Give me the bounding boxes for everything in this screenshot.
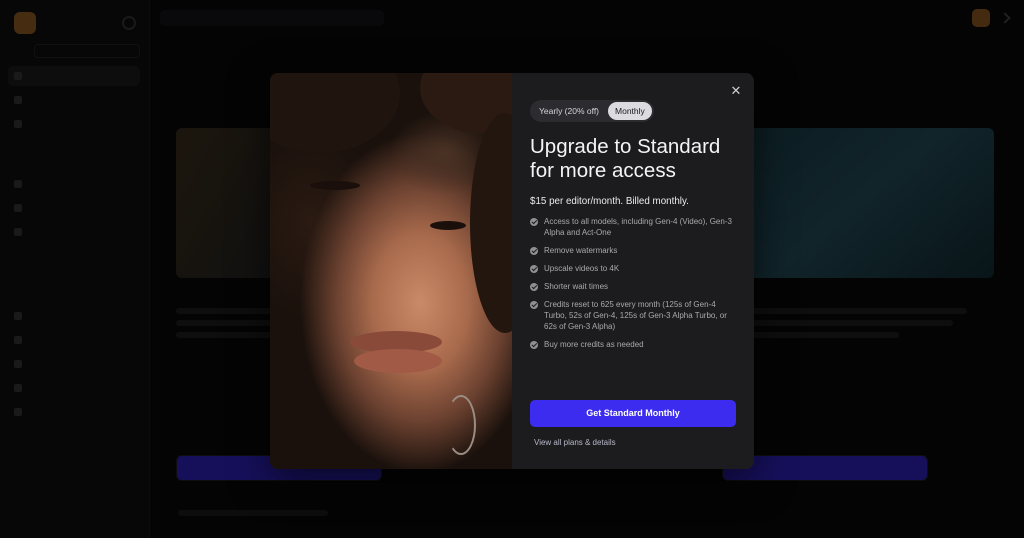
feature-item: Access to all models, including Gen-4 (V… <box>530 216 736 238</box>
eye-shape <box>430 221 466 230</box>
earring-shape <box>446 395 476 455</box>
close-icon[interactable]: ✕ <box>728 83 744 99</box>
feature-text: Credits reset to 625 every month (125s o… <box>544 300 727 331</box>
upgrade-panel: ✕ Yearly (20% off) Monthly Upgrade to St… <box>512 73 754 469</box>
hair-shape <box>470 113 512 333</box>
feature-item: Upscale videos to 4K <box>530 263 736 274</box>
feature-text: Remove watermarks <box>544 246 618 255</box>
check-circle-icon <box>530 264 538 273</box>
feature-item: Remove watermarks <box>530 245 736 256</box>
billing-toggle-monthly[interactable]: Monthly <box>608 102 652 120</box>
modal-headline: Upgrade to Standard for more access <box>530 135 721 182</box>
feature-list: Access to all models, including Gen-4 (V… <box>530 216 736 357</box>
feature-text: Shorter wait times <box>544 282 609 291</box>
eye-shape <box>310 181 360 190</box>
feature-text: Access to all models, including Gen-4 (V… <box>544 217 732 237</box>
feature-item: Credits reset to 625 every month (125s o… <box>530 299 736 332</box>
billing-toggle-yearly[interactable]: Yearly (20% off) <box>532 102 606 120</box>
check-circle-icon <box>530 282 538 291</box>
price-line: $15 per editor/month. Billed monthly. <box>530 196 689 207</box>
feature-item: Buy more credits as needed <box>530 339 736 350</box>
hair-shape <box>270 73 400 153</box>
feature-text: Buy more credits as needed <box>544 340 644 349</box>
check-circle-icon <box>530 300 538 309</box>
upgrade-modal: ✕ Yearly (20% off) Monthly Upgrade to St… <box>270 73 754 469</box>
lip-shape <box>354 349 442 373</box>
hero-portrait-image <box>270 73 512 469</box>
check-circle-icon <box>530 246 538 255</box>
billing-toggle: Yearly (20% off) Monthly <box>530 100 654 122</box>
view-plans-link[interactable]: View all plans & details <box>534 438 616 447</box>
feature-item: Shorter wait times <box>530 281 736 292</box>
get-standard-monthly-button[interactable]: Get Standard Monthly <box>530 400 736 427</box>
feature-text: Upscale videos to 4K <box>544 264 620 273</box>
check-circle-icon <box>530 340 538 349</box>
check-circle-icon <box>530 217 538 226</box>
